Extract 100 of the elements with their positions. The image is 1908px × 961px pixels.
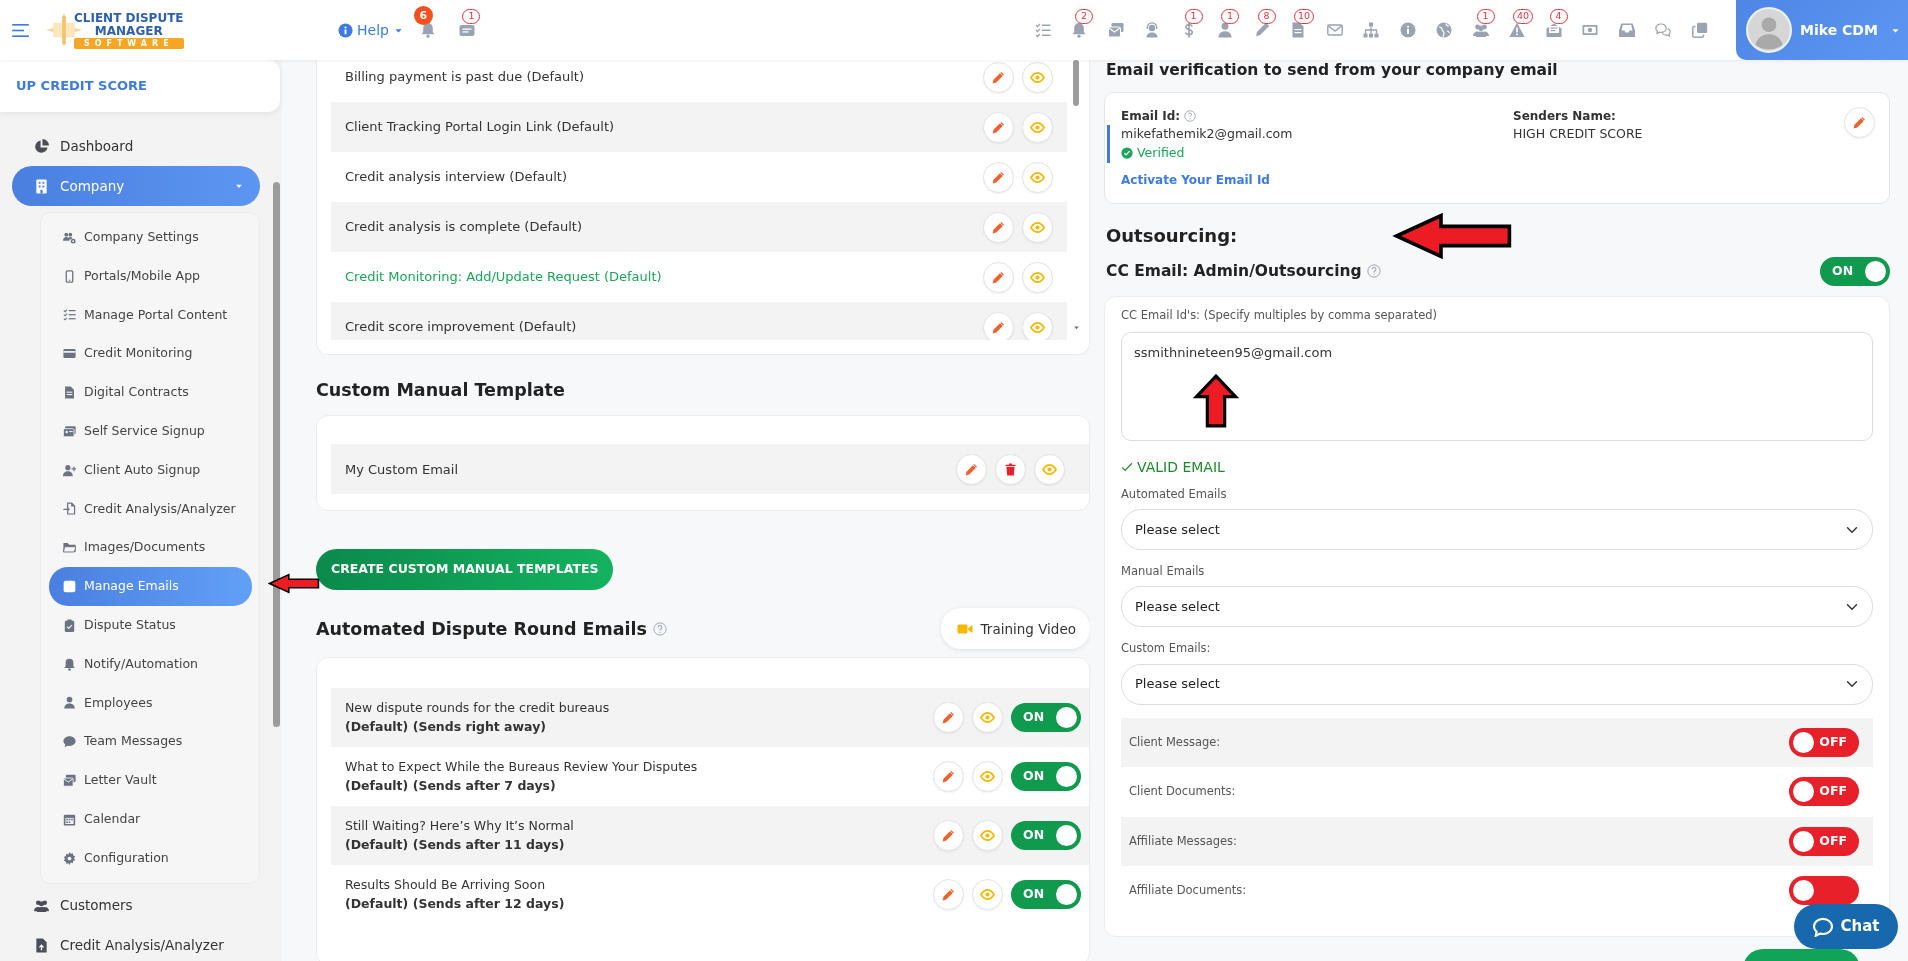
delete-button[interactable] bbox=[995, 453, 1026, 485]
toggle-switch[interactable]: ON bbox=[1011, 821, 1081, 851]
create-templates-button[interactable]: CREATE CUSTOM MANUAL TEMPLATES bbox=[316, 549, 614, 591]
scroll-down-icon[interactable] bbox=[1072, 323, 1081, 332]
submenu-item[interactable]: Company Settings bbox=[49, 218, 252, 257]
toggle-switch[interactable]: ON bbox=[1820, 256, 1890, 286]
view-button[interactable] bbox=[972, 820, 1003, 852]
sidebar-item[interactable]: Dashboard bbox=[12, 126, 260, 166]
pencil-icon bbox=[942, 829, 955, 843]
field-label: Senders Name: bbox=[1513, 108, 1617, 126]
chat-button[interactable]: Chat bbox=[1794, 904, 1898, 949]
view-button[interactable] bbox=[972, 879, 1003, 911]
info-icon[interactable] bbox=[1399, 22, 1416, 38]
users-icon[interactable] bbox=[1472, 22, 1489, 38]
eye-icon bbox=[1030, 169, 1045, 185]
chat-icon[interactable] bbox=[1655, 22, 1672, 38]
envelope-icon[interactable] bbox=[1326, 22, 1343, 38]
pen-icon[interactable] bbox=[1253, 22, 1270, 38]
view-button[interactable] bbox=[1022, 161, 1053, 193]
view-button[interactable] bbox=[972, 761, 1003, 793]
mail-stack-icon[interactable] bbox=[1107, 22, 1124, 38]
chat-icon bbox=[63, 735, 76, 749]
document-icon[interactable] bbox=[1290, 22, 1307, 38]
sidebar-item[interactable]: Credit Analysis/Analyzer bbox=[12, 925, 260, 957]
edit-button[interactable] bbox=[983, 261, 1014, 293]
section-title: Outsourcing: bbox=[1106, 223, 1238, 248]
view-button[interactable] bbox=[1022, 111, 1053, 143]
message-icon[interactable] bbox=[458, 22, 475, 38]
field-label: CC Email Id's: (Specify multiples by comma separated) bbox=[1121, 306, 1439, 324]
checklist-icon[interactable] bbox=[1034, 22, 1051, 38]
toggle-switch[interactable]: OFF bbox=[1789, 777, 1859, 807]
sidebar-item[interactable]: Customers bbox=[12, 885, 260, 926]
submenu-item[interactable]: Letter Vault bbox=[49, 761, 252, 800]
edit-button[interactable] bbox=[933, 761, 964, 793]
submenu-item[interactable]: Notify/Automation bbox=[49, 644, 252, 684]
section-title: Automated Dispute Round Emails bbox=[316, 617, 647, 641]
submenu-item[interactable]: Digital Contracts bbox=[49, 373, 252, 412]
cash-icon[interactable] bbox=[1582, 22, 1599, 38]
cc-email-field[interactable]: ssmithnineteen95@gmail.com bbox=[1121, 332, 1873, 441]
submenu-item[interactable]: Employees bbox=[49, 683, 252, 723]
submenu-item[interactable]: Dispute Status bbox=[49, 605, 252, 645]
edit-button[interactable] bbox=[933, 820, 964, 852]
bell-icon[interactable] bbox=[1071, 22, 1088, 38]
toggle-switch[interactable]: OFF bbox=[1789, 727, 1859, 757]
edit-button[interactable] bbox=[956, 453, 987, 485]
building-icon bbox=[34, 178, 49, 194]
help-icon[interactable] bbox=[653, 621, 667, 636]
view-button[interactable] bbox=[1022, 261, 1053, 293]
pencil-icon bbox=[992, 320, 1005, 334]
edit-button[interactable] bbox=[983, 211, 1014, 243]
select-field[interactable]: Please select bbox=[1121, 663, 1873, 705]
submenu-item[interactable]: Client Auto Signup bbox=[49, 450, 252, 490]
logo-text: MANAGER bbox=[93, 24, 164, 38]
scrollbar[interactable] bbox=[1073, 60, 1079, 106]
person-icon bbox=[63, 696, 76, 710]
toggle-switch[interactable]: ON bbox=[1011, 703, 1081, 733]
submenu-item[interactable]: Images/Documents bbox=[49, 528, 252, 568]
view-button[interactable] bbox=[1022, 211, 1053, 243]
help-button[interactable]: Help bbox=[338, 19, 404, 41]
select-field[interactable]: Please select bbox=[1121, 586, 1873, 628]
toggle-switch[interactable]: OFF bbox=[1789, 826, 1859, 856]
warning-icon[interactable] bbox=[1509, 22, 1526, 38]
view-button[interactable] bbox=[1022, 61, 1053, 93]
edit-button[interactable] bbox=[983, 311, 1014, 340]
toggle-switch[interactable]: ON bbox=[1011, 762, 1081, 792]
edit-button[interactable] bbox=[983, 61, 1014, 93]
help-icon[interactable] bbox=[1366, 264, 1381, 279]
edit-button[interactable] bbox=[1844, 107, 1875, 139]
sidebar-item[interactable]: Company bbox=[12, 166, 260, 206]
edit-button[interactable] bbox=[933, 879, 964, 911]
submenu-item[interactable]: Credit Analysis/Analyzer bbox=[49, 489, 252, 529]
validation-message: VALID EMAIL bbox=[1137, 457, 1225, 477]
activate-email-link[interactable]: Activate Your Email Id bbox=[1121, 170, 1270, 189]
globe-icon[interactable] bbox=[1436, 22, 1453, 38]
submenu-item[interactable]: Manage Portal Content bbox=[49, 295, 252, 335]
copy-icon[interactable] bbox=[1691, 22, 1708, 38]
submenu-item[interactable]: Team Messages bbox=[49, 722, 252, 762]
pencil-icon bbox=[1853, 116, 1866, 130]
submenu-item[interactable]: Self Service Signup bbox=[49, 412, 252, 451]
view-button[interactable] bbox=[1022, 311, 1053, 340]
edit-button[interactable] bbox=[983, 111, 1014, 143]
template-name: My Custom Email bbox=[345, 460, 459, 479]
sitemap-icon[interactable] bbox=[1363, 22, 1380, 38]
toggle-switch[interactable]: ON bbox=[1011, 880, 1081, 910]
submenu-item[interactable]: Configuration bbox=[49, 838, 252, 878]
edit-button[interactable] bbox=[983, 161, 1014, 193]
view-button[interactable] bbox=[972, 702, 1003, 734]
select-field[interactable]: Please select bbox=[1121, 509, 1873, 550]
envelope-icon[interactable] bbox=[1545, 22, 1562, 38]
submenu-item[interactable]: Calendar bbox=[49, 799, 252, 839]
scrollbar[interactable] bbox=[273, 182, 280, 727]
toggle-switch[interactable] bbox=[1789, 876, 1859, 906]
view-button[interactable] bbox=[1034, 453, 1065, 485]
submenu-item[interactable]: Credit Monitoring bbox=[49, 334, 252, 374]
edit-button[interactable] bbox=[933, 702, 964, 734]
help-icon[interactable] bbox=[1184, 110, 1197, 123]
training-video-button[interactable]: Training Video bbox=[940, 608, 1090, 650]
person-icon[interactable] bbox=[1217, 22, 1234, 38]
bell-icon[interactable] bbox=[420, 22, 437, 38]
submenu-item[interactable]: Portals/Mobile App bbox=[49, 256, 252, 296]
